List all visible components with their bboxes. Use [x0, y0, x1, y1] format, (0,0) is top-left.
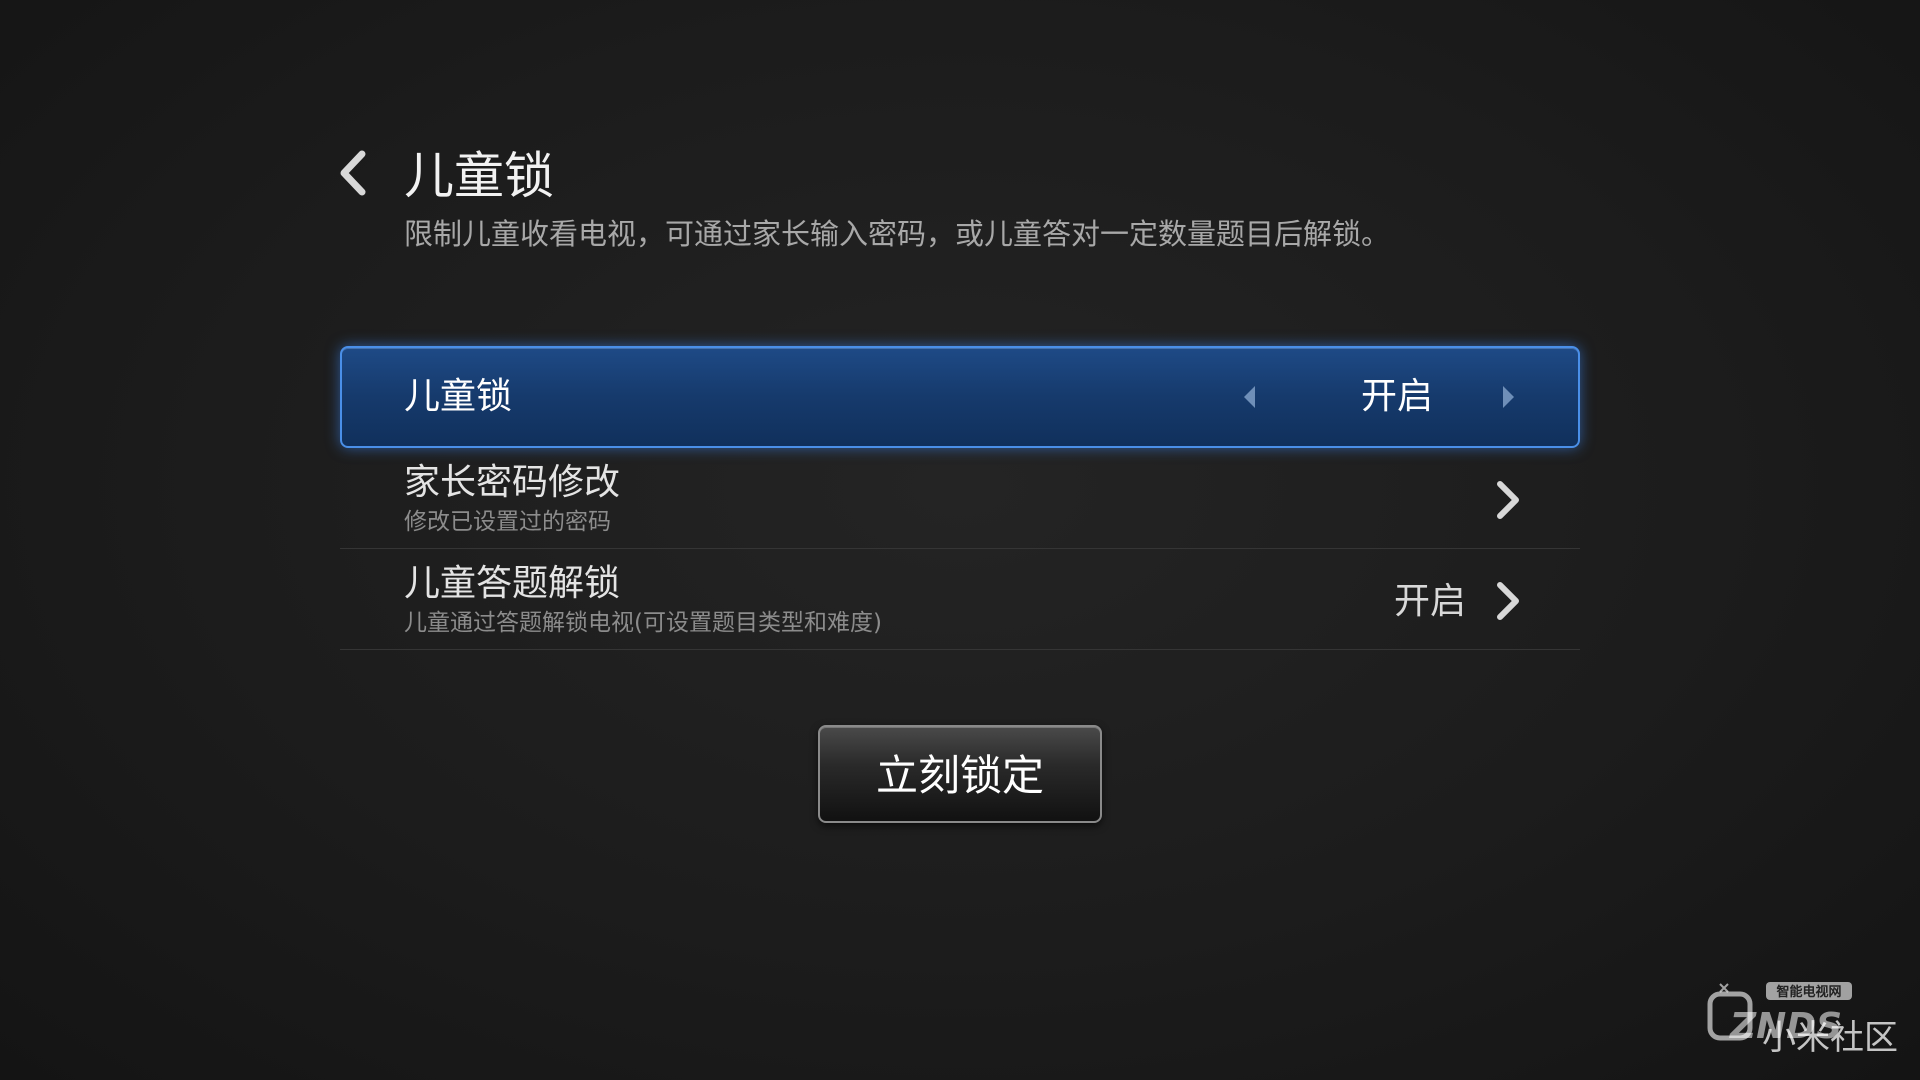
triangle-left-icon[interactable]: [1244, 386, 1255, 408]
chevron-left-icon: [340, 150, 366, 196]
page-description: 限制儿童收看电视，可通过家长输入密码，或儿童答对一定数量题目后解锁。: [404, 217, 1391, 251]
chevron-right-icon: [1497, 582, 1519, 620]
watermark: 智能电视网 ZNDS 小米社区: [1706, 980, 1906, 1070]
chevron-right-icon: [1497, 481, 1519, 519]
child-lock-value: 开启: [1360, 376, 1433, 417]
parent-password-label: 家长密码修改: [404, 462, 621, 503]
quiz-unlock-value: 开启: [1393, 581, 1466, 622]
back-button[interactable]: [334, 148, 374, 198]
quiz-unlock-row[interactable]: 儿童答题解锁 儿童通过答题解锁电视(可设置题目类型和难度) 开启: [340, 549, 1580, 650]
page-title: 儿童锁: [404, 147, 554, 205]
community-label: 小米社区: [1762, 1018, 1898, 1058]
brand-top-text: 智能电视网: [1776, 984, 1841, 1000]
quiz-unlock-label: 儿童答题解锁: [404, 563, 621, 604]
parent-password-row[interactable]: 家长密码修改 修改已设置过的密码: [340, 448, 1580, 549]
parent-password-description: 修改已设置过的密码: [404, 509, 611, 535]
lock-now-button[interactable]: 立刻锁定: [818, 725, 1102, 823]
settings-list: 儿童锁 开启 家长密码修改 修改已设置过的密码 儿童答题解锁 儿童通过答题解锁电…: [340, 346, 1580, 650]
child-lock-settings-screen: 儿童锁 限制儿童收看电视，可通过家长输入密码，或儿童答对一定数量题目后解锁。 儿…: [0, 0, 1920, 1080]
triangle-right-icon[interactable]: [1503, 386, 1514, 408]
quiz-unlock-description: 儿童通过答题解锁电视(可设置题目类型和难度): [404, 610, 882, 636]
child-lock-toggle-row[interactable]: 儿童锁 开启: [340, 346, 1580, 448]
child-lock-label: 儿童锁: [404, 376, 513, 417]
